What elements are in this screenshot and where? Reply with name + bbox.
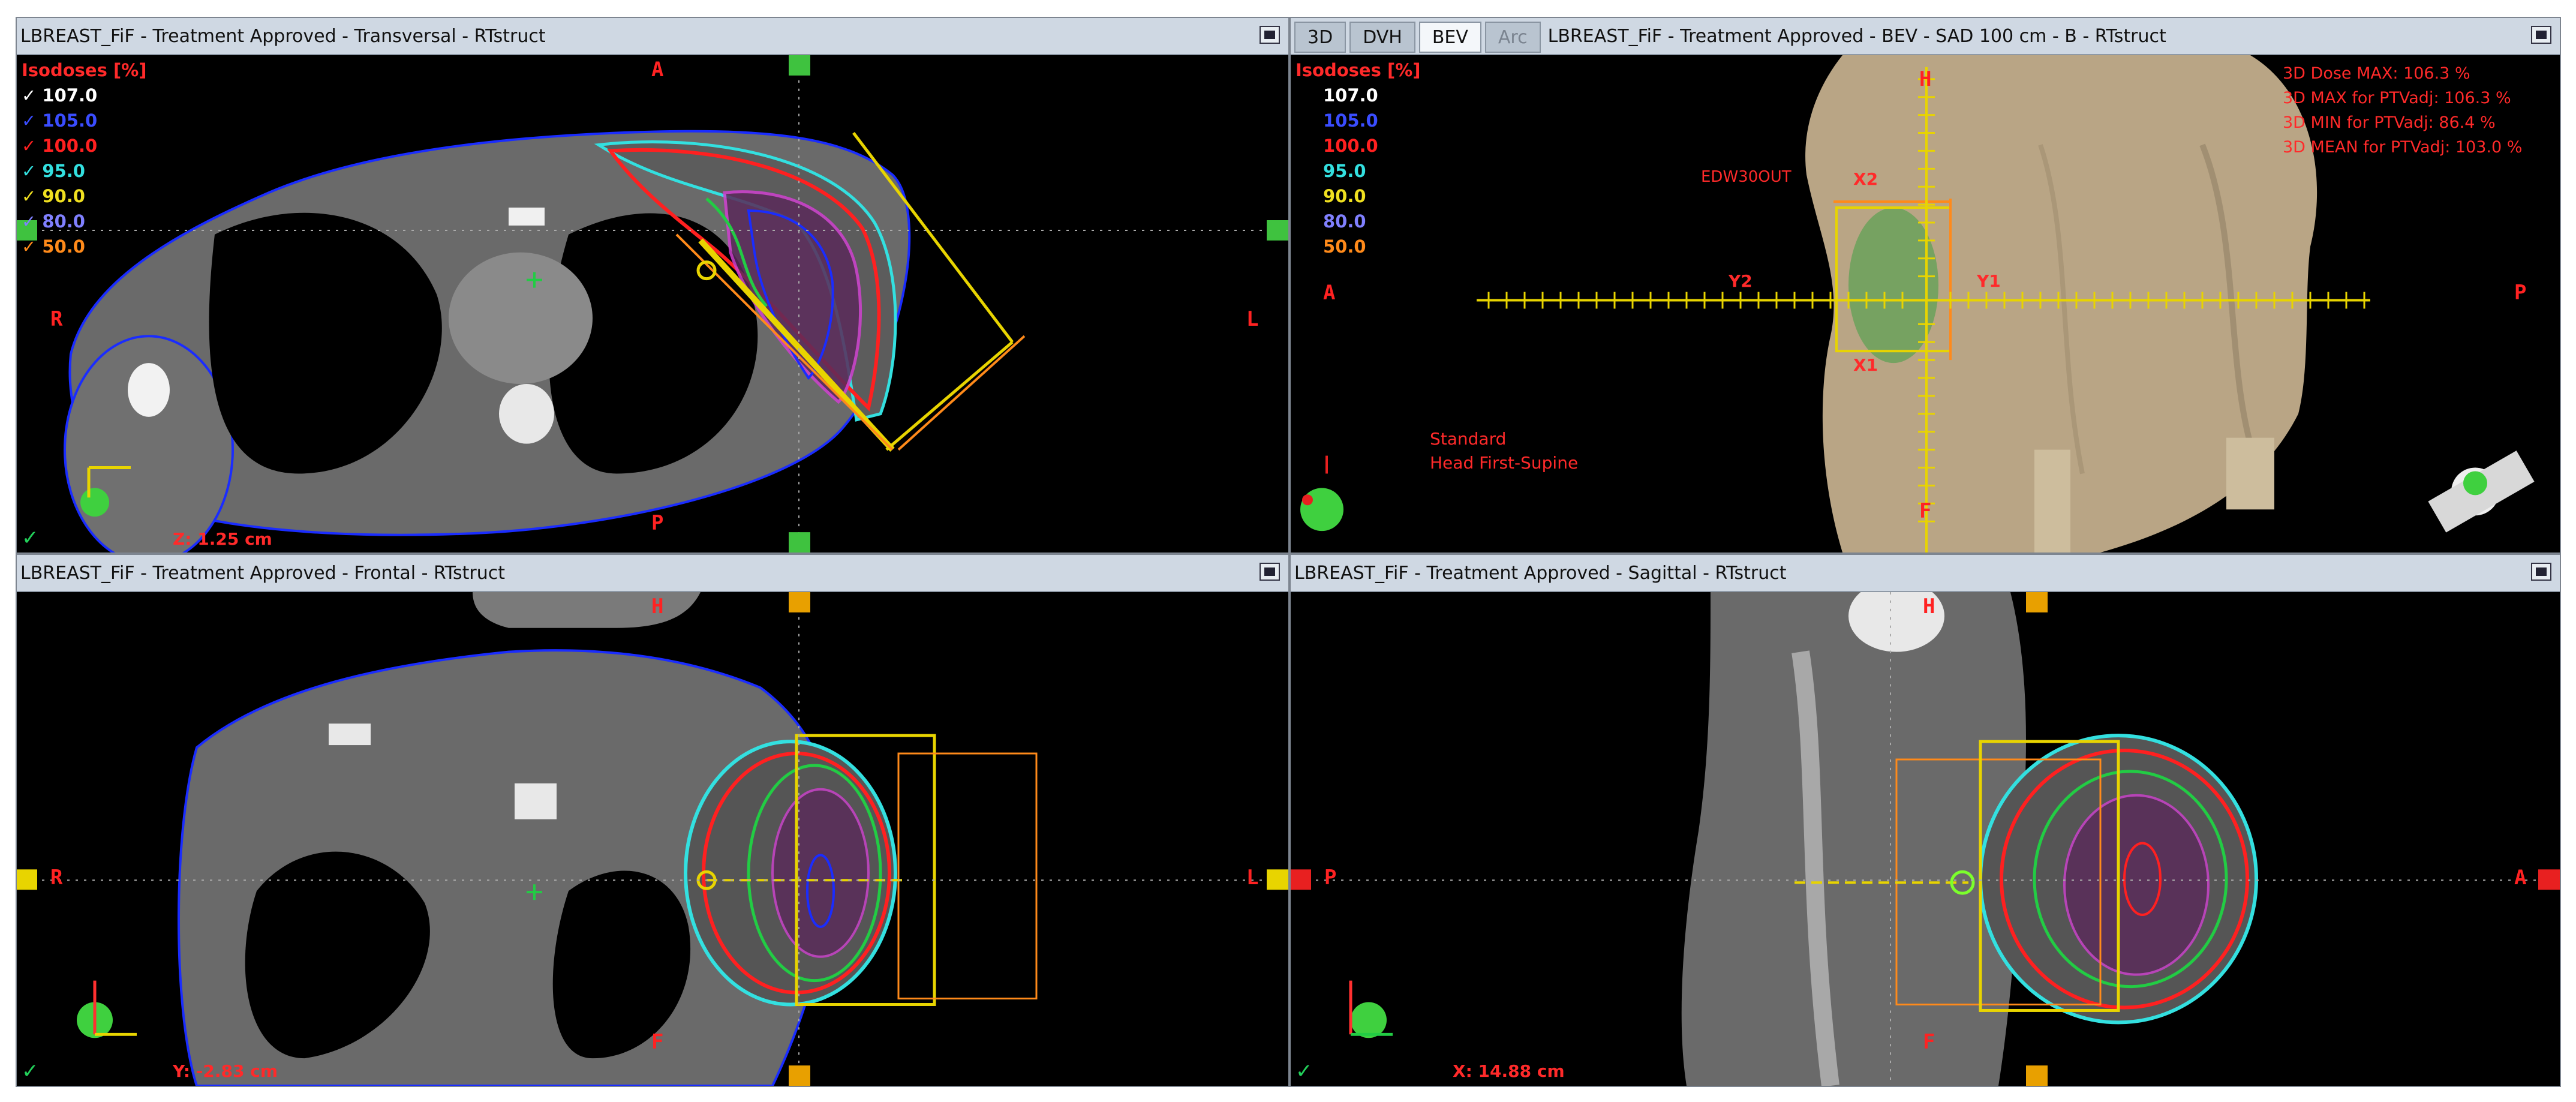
slice-coordinate: Z: 1.25 cm	[173, 529, 272, 549]
jaw-y2-label: Y2	[1729, 271, 1753, 291]
sagittal-ct-image	[1291, 592, 2560, 1086]
slice-coordinate: X: 14.88 cm	[1453, 1061, 1565, 1081]
frontal-image[interactable]: H F R L Y: -2.83 cm ✓	[17, 592, 1288, 1086]
isodose-legend: Isodoses [%] ✓ 107.0 ✓ 105.0 ✓ 100.0 ✓ 9…	[22, 58, 147, 259]
bev-isodose-100: 100.0	[1323, 136, 1378, 156]
label-right: R	[50, 307, 63, 331]
bev-isodose-107: 107.0	[1323, 85, 1378, 106]
frontal-ct-image	[17, 592, 1288, 1086]
label-posterior: P	[651, 511, 664, 535]
label-anterior: A	[651, 58, 664, 82]
tab-arc[interactable]: Arc	[1484, 22, 1541, 53]
stat-ptv-min: 3D MIN for PTVadj: 86.4 %	[2283, 113, 2496, 132]
label-head: H	[1919, 67, 1932, 91]
transversal-ct-image	[17, 55, 1288, 552]
bev-isodose-header: Isodoses [%]	[1295, 60, 1421, 80]
label-head: H	[651, 594, 664, 618]
label-head: H	[1923, 594, 1935, 618]
bev-isodose-90: 90.0	[1323, 186, 1366, 206]
isodose-item-95[interactable]: ✓ 95.0	[22, 158, 147, 184]
bev-title: LBREAST_FiF - Treatment Approved - BEV -…	[1547, 25, 2166, 47]
isodose-item-90[interactable]: ✓ 90.0	[22, 184, 147, 209]
bev-image[interactable]: Isodoses [%] 107.0 105.0 100.0 95.0 90.0…	[1291, 55, 2560, 552]
tab-3d[interactable]: 3D	[1294, 22, 1346, 53]
maximize-button[interactable]	[2531, 563, 2551, 581]
isodose-item-100[interactable]: ✓ 100.0	[22, 133, 147, 158]
sagittal-titlebar: LBREAST_FiF - Treatment Approved - Sagit…	[1291, 555, 2560, 592]
isodose-item-50[interactable]: ✓ 50.0	[22, 234, 147, 259]
bev-isodose-95: 95.0	[1323, 161, 1366, 181]
stat-ptv-max: 3D MAX for PTVadj: 106.3 %	[2283, 89, 2511, 107]
maximize-button[interactable]	[2531, 26, 2551, 44]
bev-view-panel[interactable]: 3D DVH BEV Arc LBREAST_FiF - Treatment A…	[1289, 17, 2561, 554]
label-left: L	[1246, 307, 1259, 331]
isodose-item-107[interactable]: ✓ 107.0	[22, 83, 147, 108]
label-posterior: P	[2514, 281, 2527, 305]
tab-bev[interactable]: BEV	[1418, 22, 1481, 53]
label-anterior: A	[1323, 281, 1336, 305]
label-posterior: P	[1324, 866, 1337, 890]
bev-isodose-legend: Isodoses [%] 107.0 105.0 100.0 95.0 90.0…	[1295, 58, 1421, 259]
bev-isodose-50: 50.0	[1323, 236, 1366, 257]
sagittal-view-panel[interactable]: LBREAST_FiF - Treatment Approved - Sagit…	[1289, 554, 2561, 1087]
frontal-title: LBREAST_FiF - Treatment Approved - Front…	[20, 562, 506, 584]
sagittal-image[interactable]: H F P A X: 14.88 cm ✓	[1291, 592, 2560, 1086]
label-left: L	[1246, 866, 1259, 890]
maximize-button[interactable]	[1260, 26, 1280, 44]
sagittal-title: LBREAST_FiF - Treatment Approved - Sagit…	[1294, 562, 1787, 584]
orientation-position: Head First-Supine	[1430, 453, 1579, 473]
transversal-title: LBREAST_FiF - Treatment Approved - Trans…	[20, 25, 546, 47]
frontal-view-panel[interactable]: LBREAST_FiF - Treatment Approved - Front…	[16, 554, 1289, 1087]
label-foot: F	[651, 1030, 664, 1054]
orientation-text: Standard Head First-Supine	[1430, 427, 1578, 475]
jaw-x1-label: X1	[1853, 355, 1878, 375]
check-icon: ✓	[1295, 1059, 1313, 1083]
jaw-y1-label: Y1	[1977, 271, 2001, 291]
stat-dose-max: 3D Dose MAX: 106.3 %	[2283, 64, 2470, 83]
label-anterior: A	[2514, 866, 2527, 890]
transversal-titlebar: LBREAST_FiF - Treatment Approved - Trans…	[17, 18, 1288, 55]
orientation-standard: Standard	[1430, 429, 1507, 449]
bev-isodose-80: 80.0	[1323, 211, 1366, 232]
isodose-item-80[interactable]: ✓ 80.0	[22, 209, 147, 234]
dose-statistics: 3D Dose MAX: 106.3 % 3D MAX for PTVadj: …	[2283, 61, 2522, 160]
jaw-x2-label: X2	[1853, 169, 1878, 189]
label-right: R	[50, 866, 63, 890]
slice-coordinate: Y: -2.83 cm	[173, 1061, 278, 1081]
wedge-label: EDW30OUT	[1701, 168, 1792, 186]
bev-titlebar: 3D DVH BEV Arc LBREAST_FiF - Treatment A…	[1291, 18, 2560, 55]
isodose-header: Isodoses [%]	[22, 60, 147, 80]
label-foot: F	[1923, 1030, 1935, 1054]
transversal-image[interactable]: Isodoses [%] ✓ 107.0 ✓ 105.0 ✓ 100.0 ✓ 9…	[17, 55, 1288, 552]
frontal-titlebar: LBREAST_FiF - Treatment Approved - Front…	[17, 555, 1288, 592]
tab-dvh[interactable]: DVH	[1349, 22, 1415, 53]
transversal-view-panel[interactable]: LBREAST_FiF - Treatment Approved - Trans…	[16, 17, 1289, 554]
bev-isodose-105: 105.0	[1323, 110, 1378, 131]
isodose-item-105[interactable]: ✓ 105.0	[22, 108, 147, 133]
label-foot: F	[1919, 499, 1932, 523]
stat-ptv-mean: 3D MEAN for PTVadj: 103.0 %	[2283, 138, 2523, 157]
check-icon: ✓	[22, 526, 39, 550]
check-icon: ✓	[22, 1059, 39, 1083]
maximize-button[interactable]	[1260, 563, 1280, 581]
